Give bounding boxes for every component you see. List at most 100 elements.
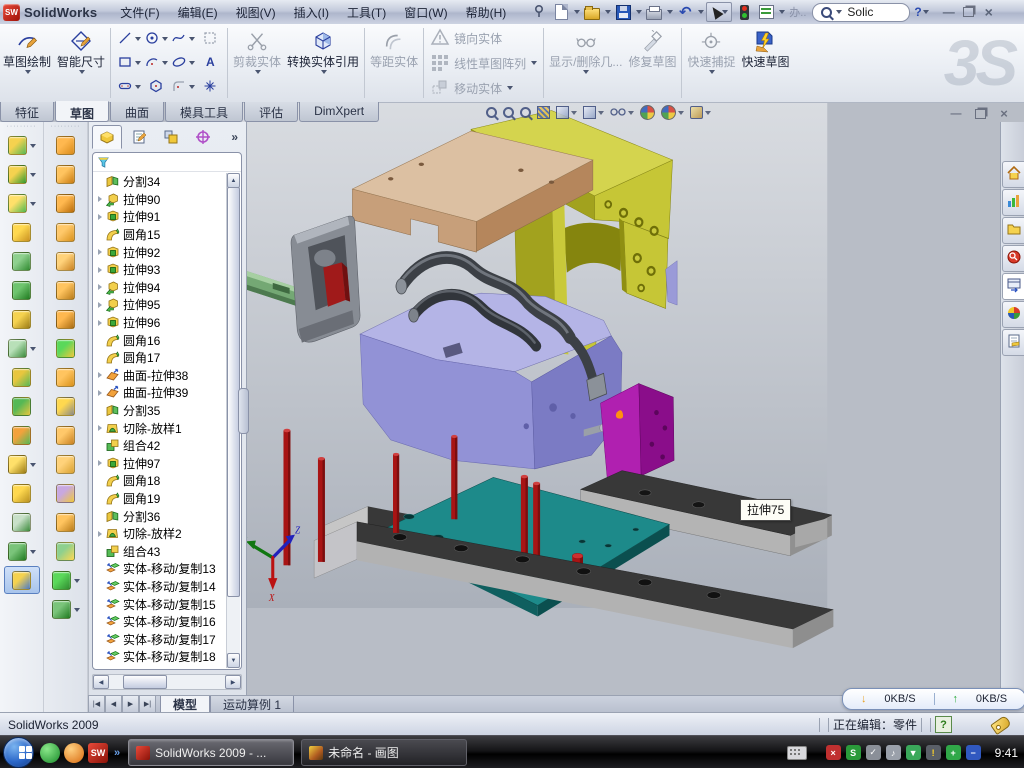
display_delete-dropdown-icon[interactable] — [583, 70, 589, 74]
sketch-fillet-tool-button[interactable] — [169, 75, 196, 99]
tree-item-拉伸96[interactable]: 拉伸96 — [95, 314, 227, 332]
tree-filter-row[interactable] — [93, 153, 241, 172]
edit-appearance-button[interactable] — [640, 105, 655, 120]
antivirus-shield-icon[interactable]: S — [846, 745, 861, 760]
menu-视图V[interactable]: 视图(V) — [227, 2, 285, 23]
ellipse-dropdown-icon[interactable] — [189, 61, 195, 65]
close-button[interactable]: × — [979, 5, 999, 20]
point-tool-button[interactable] — [196, 75, 223, 99]
sketch-dropdown-icon[interactable] — [25, 70, 31, 74]
scroll-left-icon[interactable]: ◀ — [93, 675, 109, 689]
view-settings-button[interactable] — [690, 106, 711, 119]
tree-item-拉伸93[interactable]: 拉伸93 — [95, 261, 227, 279]
expand-icon[interactable] — [98, 302, 102, 308]
custom-properties-button[interactable] — [1002, 329, 1024, 356]
expand-icon[interactable] — [98, 214, 102, 220]
boundary-boss-button[interactable] — [44, 218, 87, 247]
tree-item-组合43[interactable]: 组合43 — [95, 542, 227, 560]
tree-item-拉伸92[interactable]: 拉伸92 — [95, 243, 227, 261]
view-settings-dropdown-icon[interactable] — [705, 111, 711, 115]
open-dropdown-icon[interactable] — [605, 10, 611, 14]
design-library-button[interactable] — [1002, 189, 1024, 216]
tree-item-拉伸90[interactable]: 拉伸90 — [95, 191, 227, 209]
expand-icon[interactable] — [98, 531, 102, 537]
curve-button[interactable] — [0, 508, 43, 537]
menu-工具T[interactable]: 工具(T) — [338, 2, 395, 23]
taskbar-clock[interactable]: 9:41 — [995, 746, 1018, 760]
text-tool-button[interactable]: A — [196, 51, 223, 75]
line-dropdown-icon[interactable] — [135, 37, 141, 41]
network-speed-widget[interactable]: ↓ 0KB/S ↑ 0KB/S — [842, 688, 1024, 710]
messenger-button[interactable] — [40, 743, 60, 763]
restore-button[interactable] — [959, 5, 979, 20]
print-button[interactable] — [644, 3, 664, 21]
tree-item-实体-移动/复制18[interactable]: 实体-移动/复制18 — [95, 648, 227, 666]
nav-first-button[interactable]: |◀ — [88, 696, 105, 713]
extruded-cut-dropdown-icon[interactable] — [30, 173, 36, 177]
search-input[interactable] — [845, 4, 901, 20]
pin-button[interactable] — [529, 3, 549, 21]
tags-icon[interactable] — [990, 714, 1012, 734]
fillet-button[interactable] — [0, 189, 43, 218]
panel-splitter-handle[interactable] — [238, 388, 249, 434]
volume-icon[interactable]: ♪ — [886, 745, 901, 760]
tree-item-切除-放样1[interactable]: 切除-放样1 — [95, 419, 227, 437]
menu-插入I[interactable]: 插入(I) — [285, 2, 338, 23]
derived-sketch-dropdown-icon[interactable] — [30, 463, 36, 467]
pattern-dropdown-icon[interactable] — [30, 347, 36, 351]
dome-solid-dropdown-icon[interactable] — [74, 579, 80, 583]
lofted-boss-button[interactable] — [44, 189, 87, 218]
doc-minimize-button[interactable]: — — [948, 107, 964, 120]
tree-item-实体-移动/复制14[interactable]: 实体-移动/复制14 — [95, 578, 227, 596]
extruded-boss-button[interactable] — [0, 131, 43, 160]
tree-item-分割35[interactable]: 分割35 — [95, 402, 227, 420]
fm-tab-dimxpert-manager[interactable] — [188, 125, 218, 149]
menu-编辑E[interactable]: 编辑(E) — [169, 2, 227, 23]
zoom-area-button[interactable] — [503, 107, 514, 118]
expand-icon[interactable] — [98, 267, 102, 273]
doc-tab-运动算例 1[interactable]: 运动算例 1 — [210, 696, 294, 713]
menu-帮助H[interactable]: 帮助(H) — [457, 2, 516, 23]
expand-icon[interactable] — [98, 425, 102, 431]
save-dropdown-icon[interactable] — [636, 10, 642, 14]
print-dropdown-icon[interactable] — [667, 10, 673, 14]
hide-show-items-button[interactable] — [610, 106, 634, 120]
quick_snap-dropdown-icon[interactable] — [709, 70, 715, 74]
view-palette-button[interactable] — [1002, 273, 1024, 300]
tree-item-拉伸97[interactable]: 拉伸97 — [95, 455, 227, 473]
rectangle-tool-button[interactable] — [115, 51, 142, 75]
display-style-button[interactable] — [583, 106, 604, 119]
ellipse-tool-button[interactable] — [169, 51, 196, 75]
fm-tab-configuration-manager[interactable] — [156, 125, 186, 149]
surface-box-button[interactable] — [44, 421, 87, 450]
move-dropdown-icon[interactable] — [507, 86, 513, 90]
display-style-dropdown-icon[interactable] — [598, 111, 604, 115]
tree-item-圆角16[interactable]: 圆角16 — [95, 331, 227, 349]
network-warning-icon[interactable]: ! — [926, 745, 941, 760]
thicken-button[interactable] — [44, 479, 87, 508]
tree-item-曲面-拉伸39[interactable]: 曲面-拉伸39 — [95, 384, 227, 402]
sync-device-icon[interactable]: ▼ — [906, 745, 921, 760]
pattern-button[interactable] — [0, 334, 43, 363]
search-box[interactable] — [812, 3, 910, 22]
solidworks-search-button[interactable] — [1002, 245, 1024, 272]
tab-DimXpert[interactable]: DimXpert — [299, 102, 379, 122]
doc-tab-模型[interactable]: 模型 — [160, 696, 210, 713]
swept-boss-button[interactable] — [44, 131, 87, 160]
expand-icon[interactable] — [98, 390, 102, 396]
doc-restore-button[interactable] — [972, 107, 988, 120]
fm-tabs-overflow[interactable]: » — [231, 130, 244, 144]
fm-tab-property-manager[interactable] — [124, 125, 154, 149]
toolbar-overflow[interactable]: 办.. — [789, 4, 806, 20]
arc-dropdown-icon[interactable] — [162, 61, 168, 65]
fillet-dropdown-icon[interactable] — [30, 202, 36, 206]
spline-surface-button[interactable] — [44, 595, 87, 624]
tab-模具工具[interactable]: 模具工具 — [165, 102, 243, 122]
tab-草图[interactable]: 草图 — [55, 101, 109, 122]
spline-tool-button[interactable] — [0, 537, 43, 566]
search-dropdown-icon[interactable] — [836, 10, 842, 14]
tree-item-圆角18[interactable]: 圆角18 — [95, 472, 227, 490]
select-cursor-button[interactable] — [706, 2, 732, 22]
tree-item-实体-移动/复制15[interactable]: 实体-移动/复制15 — [95, 595, 227, 613]
flex-button[interactable] — [44, 247, 87, 276]
